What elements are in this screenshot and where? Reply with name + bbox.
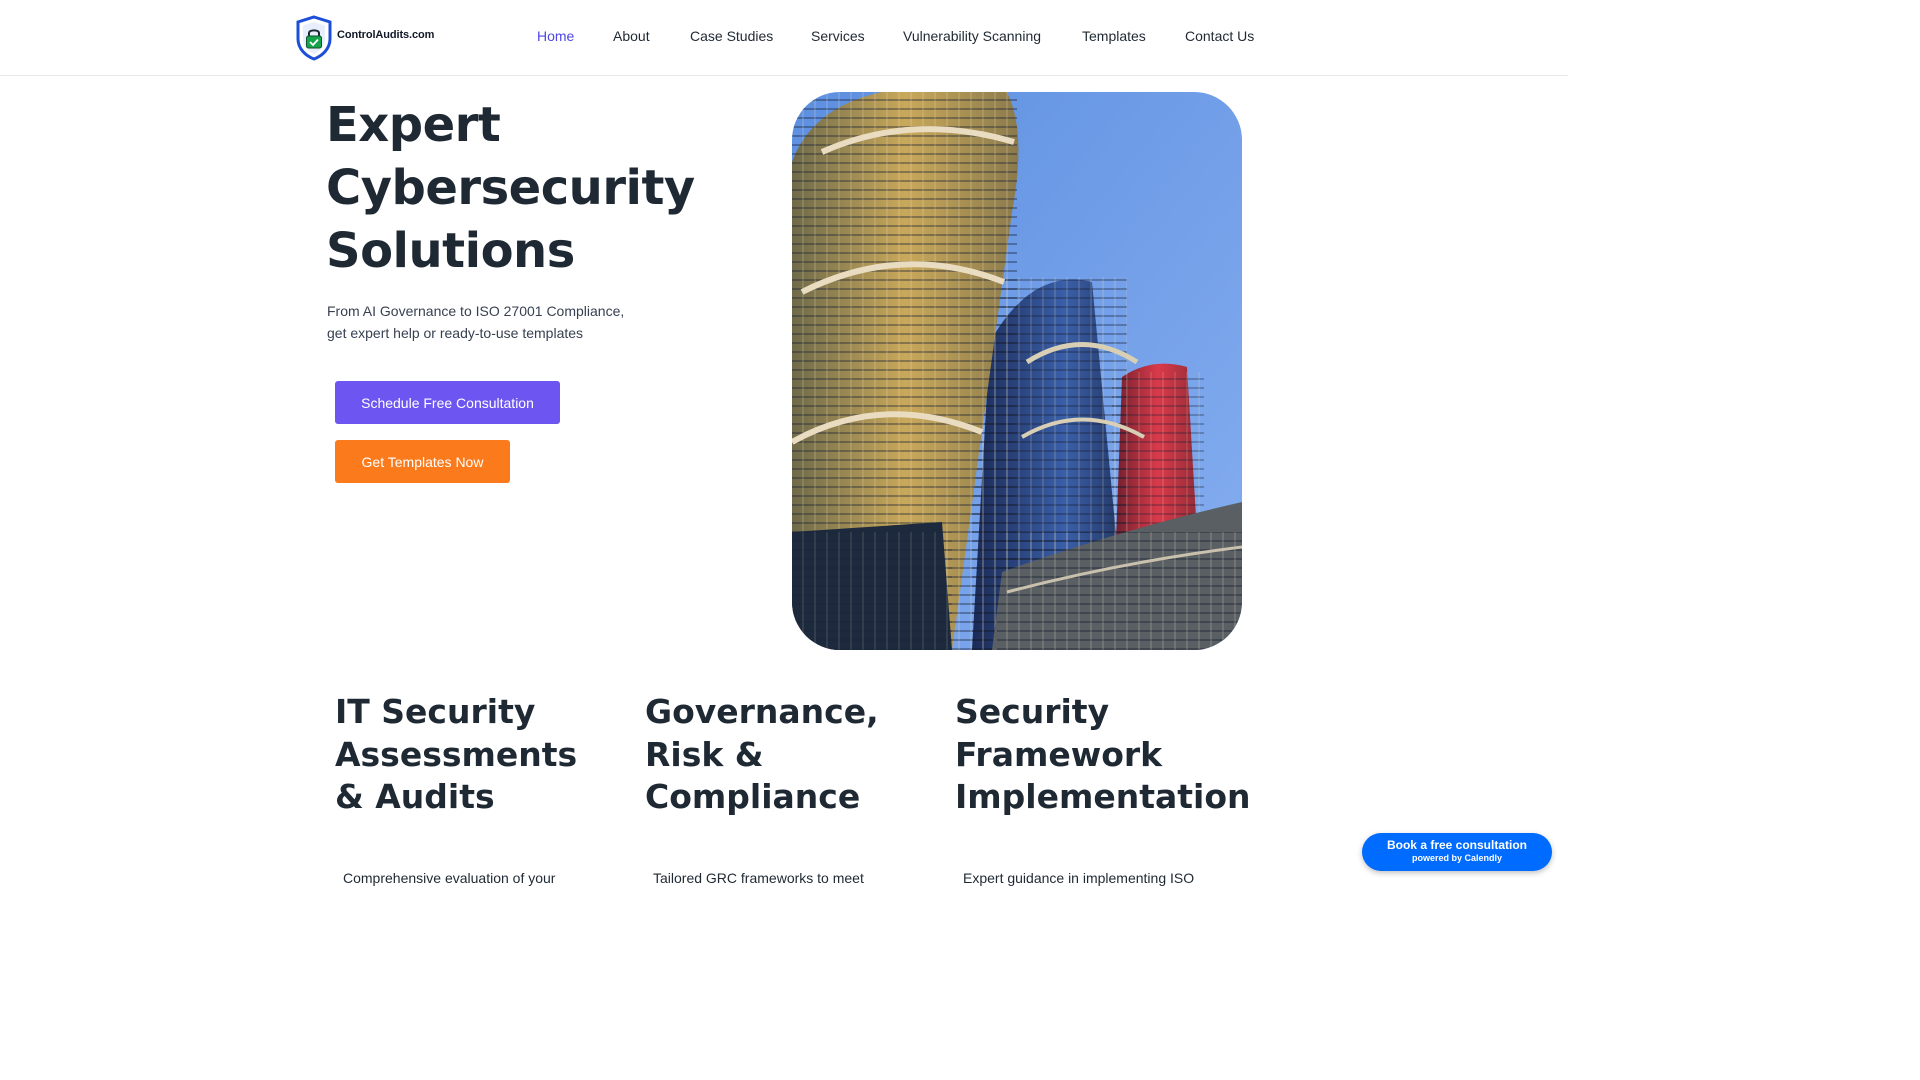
service-title-it-security: IT Security Assessments & Audits [335, 691, 615, 819]
shield-lock-icon [296, 15, 332, 61]
hero-subtitle-line: get expert help or ready-to-use template… [327, 325, 584, 341]
service-title-line: Framework [955, 734, 1163, 774]
hero-subtitle-line: From AI Governance to ISO 27001 Complian… [327, 303, 625, 319]
hero-title-line: Solutions [326, 223, 575, 279]
schedule-consultation-button[interactable]: Schedule Free Consultation [335, 381, 560, 424]
service-title-line: & Audits [335, 777, 495, 816]
site-logo[interactable]: ControlAudits.com [294, 15, 434, 61]
service-title-line: Assessments [335, 734, 578, 774]
hero-title-line: Cybersecurity [326, 160, 695, 216]
hero-image-skyscrapers [792, 92, 1242, 650]
service-title-line: Security [955, 692, 1110, 731]
service-title-line: Governance, [645, 692, 879, 731]
nav-contact-us[interactable]: Contact Us [1185, 28, 1254, 44]
nav-home[interactable]: Home [537, 28, 574, 44]
hero-subtitle: From AI Governance to ISO 27001 Complian… [327, 300, 647, 344]
nav-templates[interactable]: Templates [1082, 28, 1146, 44]
hero-title-line: Expert [326, 97, 501, 153]
service-title-grc: Governance, Risk & Compliance [645, 691, 925, 819]
service-text-it-security: Comprehensive evaluation of your [343, 870, 556, 886]
service-title-line: Risk & [645, 734, 764, 774]
service-text-grc: Tailored GRC frameworks to meet [653, 870, 864, 886]
get-templates-button[interactable]: Get Templates Now [335, 440, 510, 483]
service-title-line: Compliance [645, 777, 861, 816]
site-header: ControlAudits.com Home About Case Studie… [0, 0, 1568, 76]
nav-case-studies[interactable]: Case Studies [690, 28, 773, 44]
nav-about[interactable]: About [613, 28, 650, 44]
service-title-line: Implementation [955, 777, 1251, 816]
service-text-framework: Expert guidance in implementing ISO [963, 870, 1195, 886]
logo-text: ControlAudits.com [337, 29, 435, 41]
hero-title: Expert Cybersecurity Solutions [326, 94, 746, 283]
calendly-powered: powered by Calendly [1411, 853, 1503, 863]
calendly-label: Book a free consultation [1386, 838, 1528, 852]
nav-services[interactable]: Services [811, 28, 865, 44]
calendly-badge-button[interactable]: Book a free consultation powered by Cale… [1362, 833, 1552, 871]
service-title-framework: Security Framework Implementation [955, 691, 1251, 819]
nav-vulnerability-scanning[interactable]: Vulnerability Scanning [903, 28, 1041, 44]
service-title-line: IT Security [335, 692, 536, 731]
